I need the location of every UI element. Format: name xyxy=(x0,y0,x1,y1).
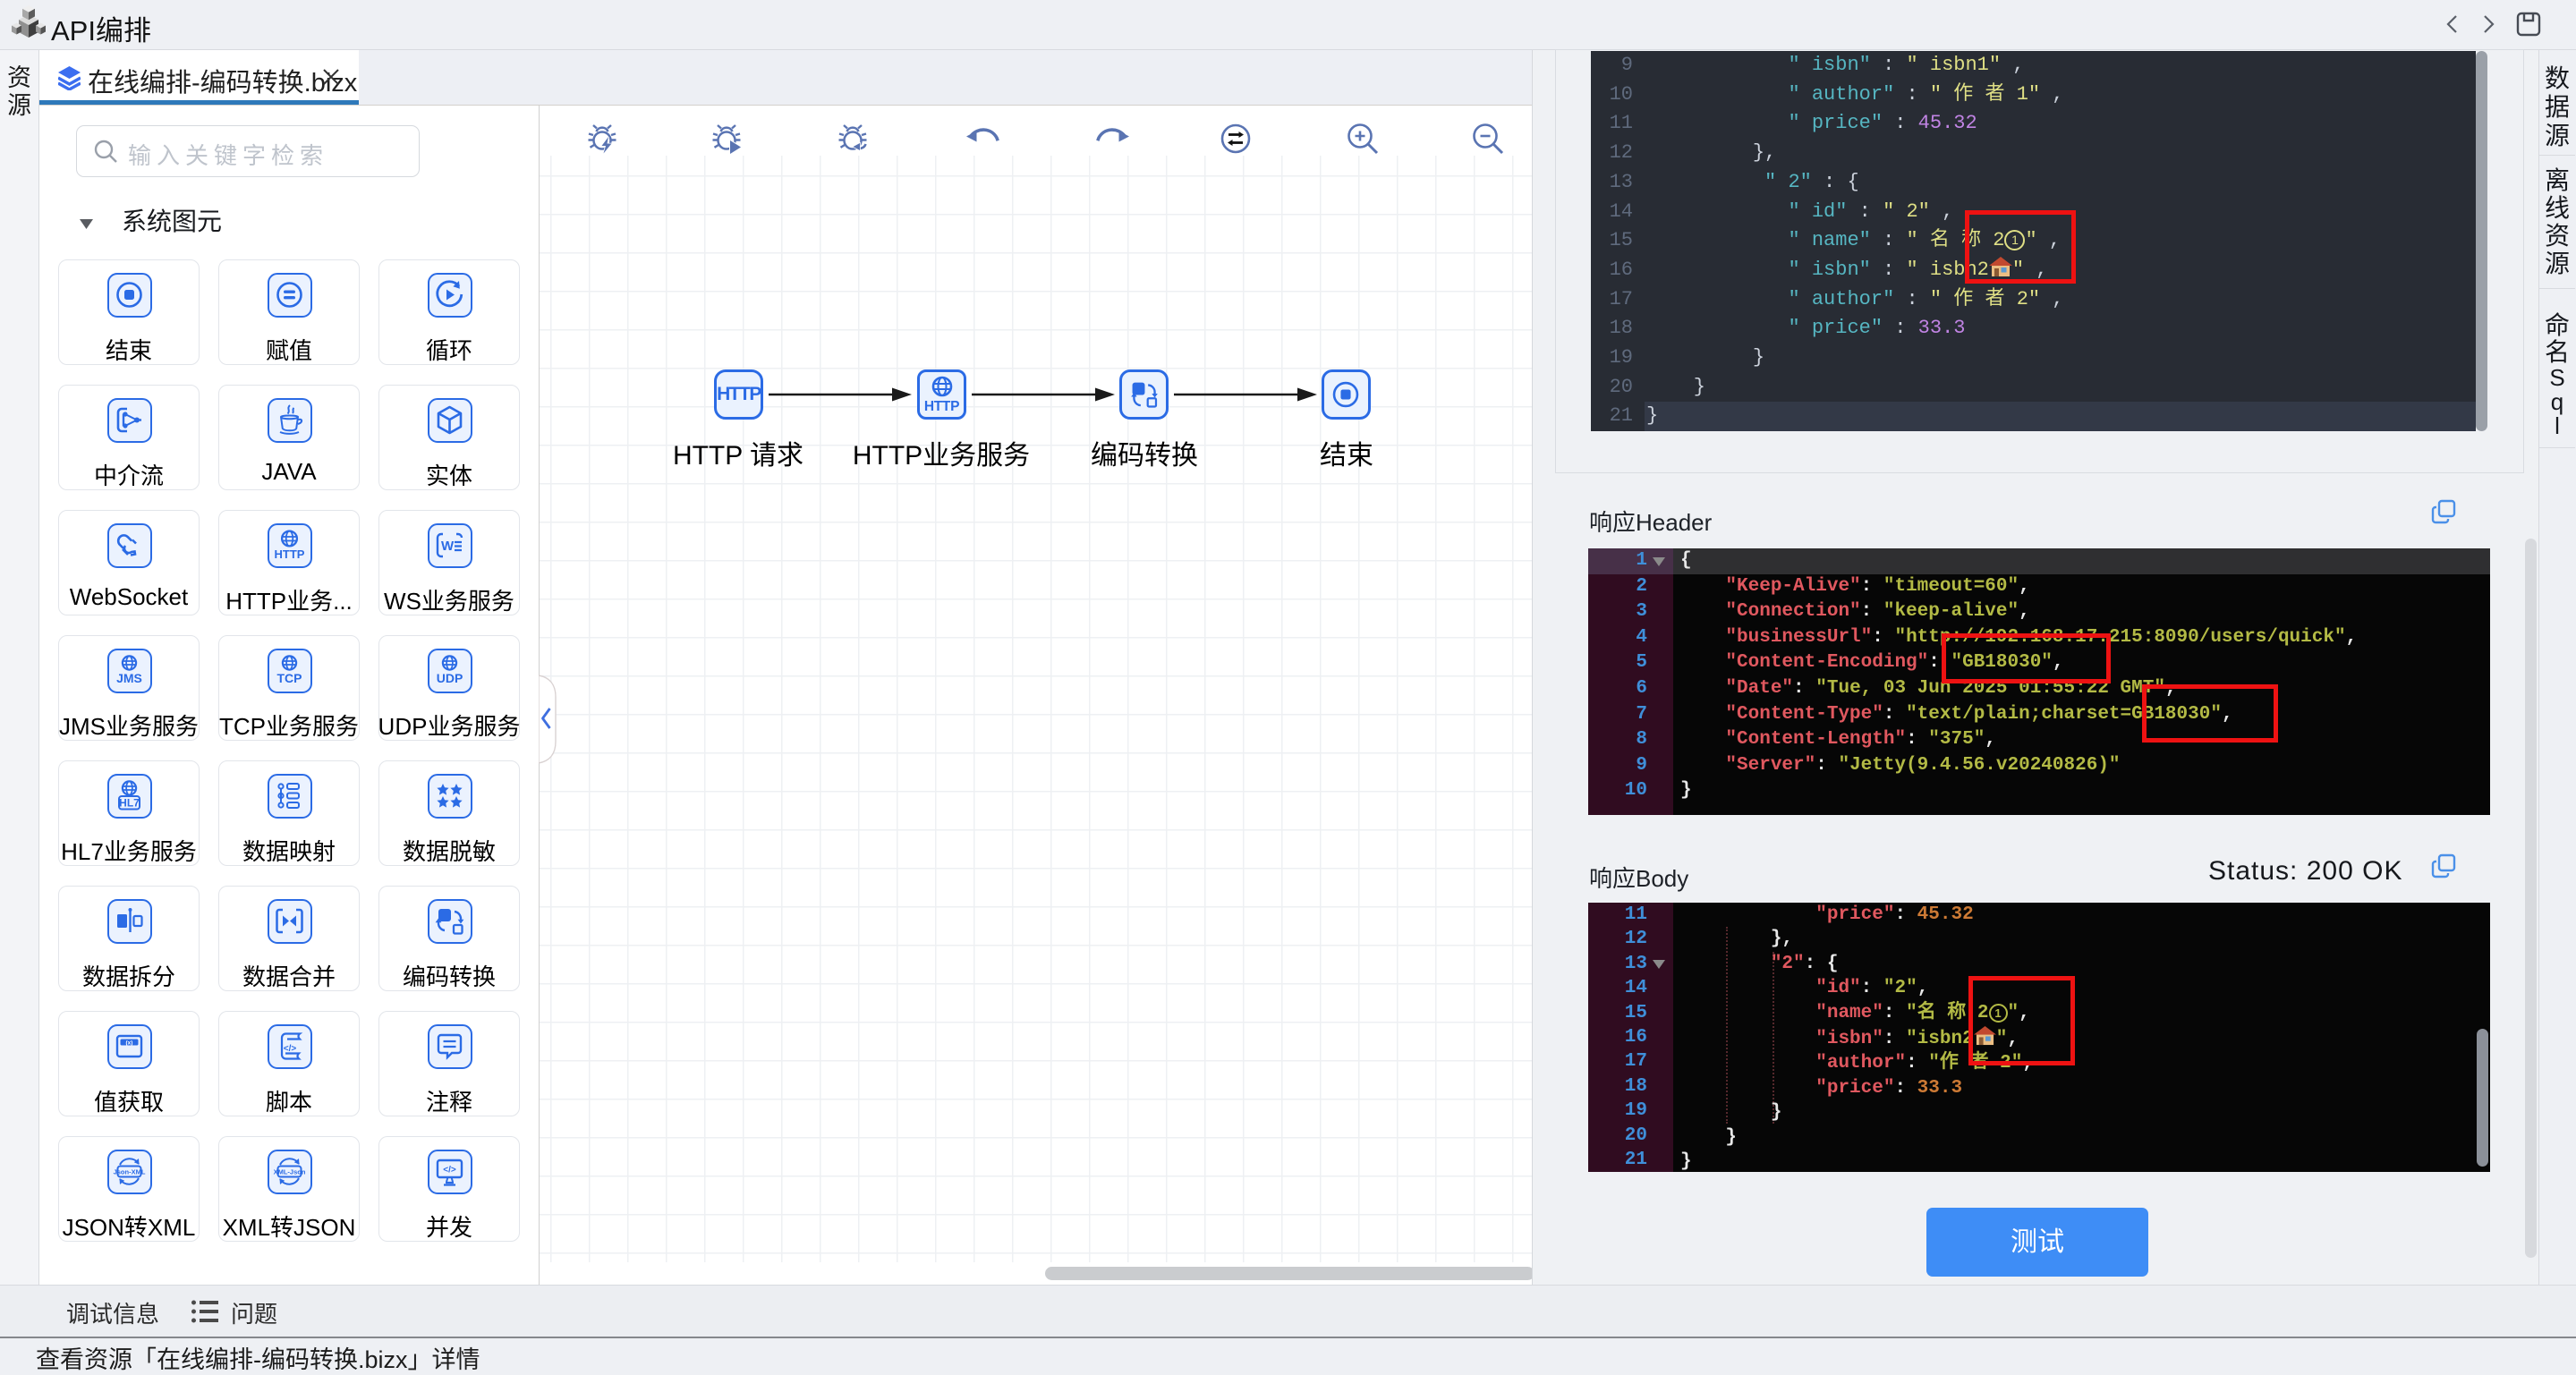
svg-text:</>: </> xyxy=(284,1044,297,1054)
svg-text:TCP: TCP xyxy=(277,671,302,685)
svg-text:</>: </> xyxy=(443,1166,456,1176)
svg-text:Json-XML: Json-XML xyxy=(114,1168,146,1176)
svg-text:XML-Json: XML-Json xyxy=(274,1168,306,1176)
svg-text:HL7: HL7 xyxy=(119,797,140,810)
svg-text:W: W xyxy=(441,539,455,554)
svg-text:(x): (x) xyxy=(126,1040,133,1047)
svg-text:UDP: UDP xyxy=(437,671,463,685)
svg-text:JMS: JMS xyxy=(116,671,142,685)
svg-text:HTTP: HTTP xyxy=(275,547,305,561)
